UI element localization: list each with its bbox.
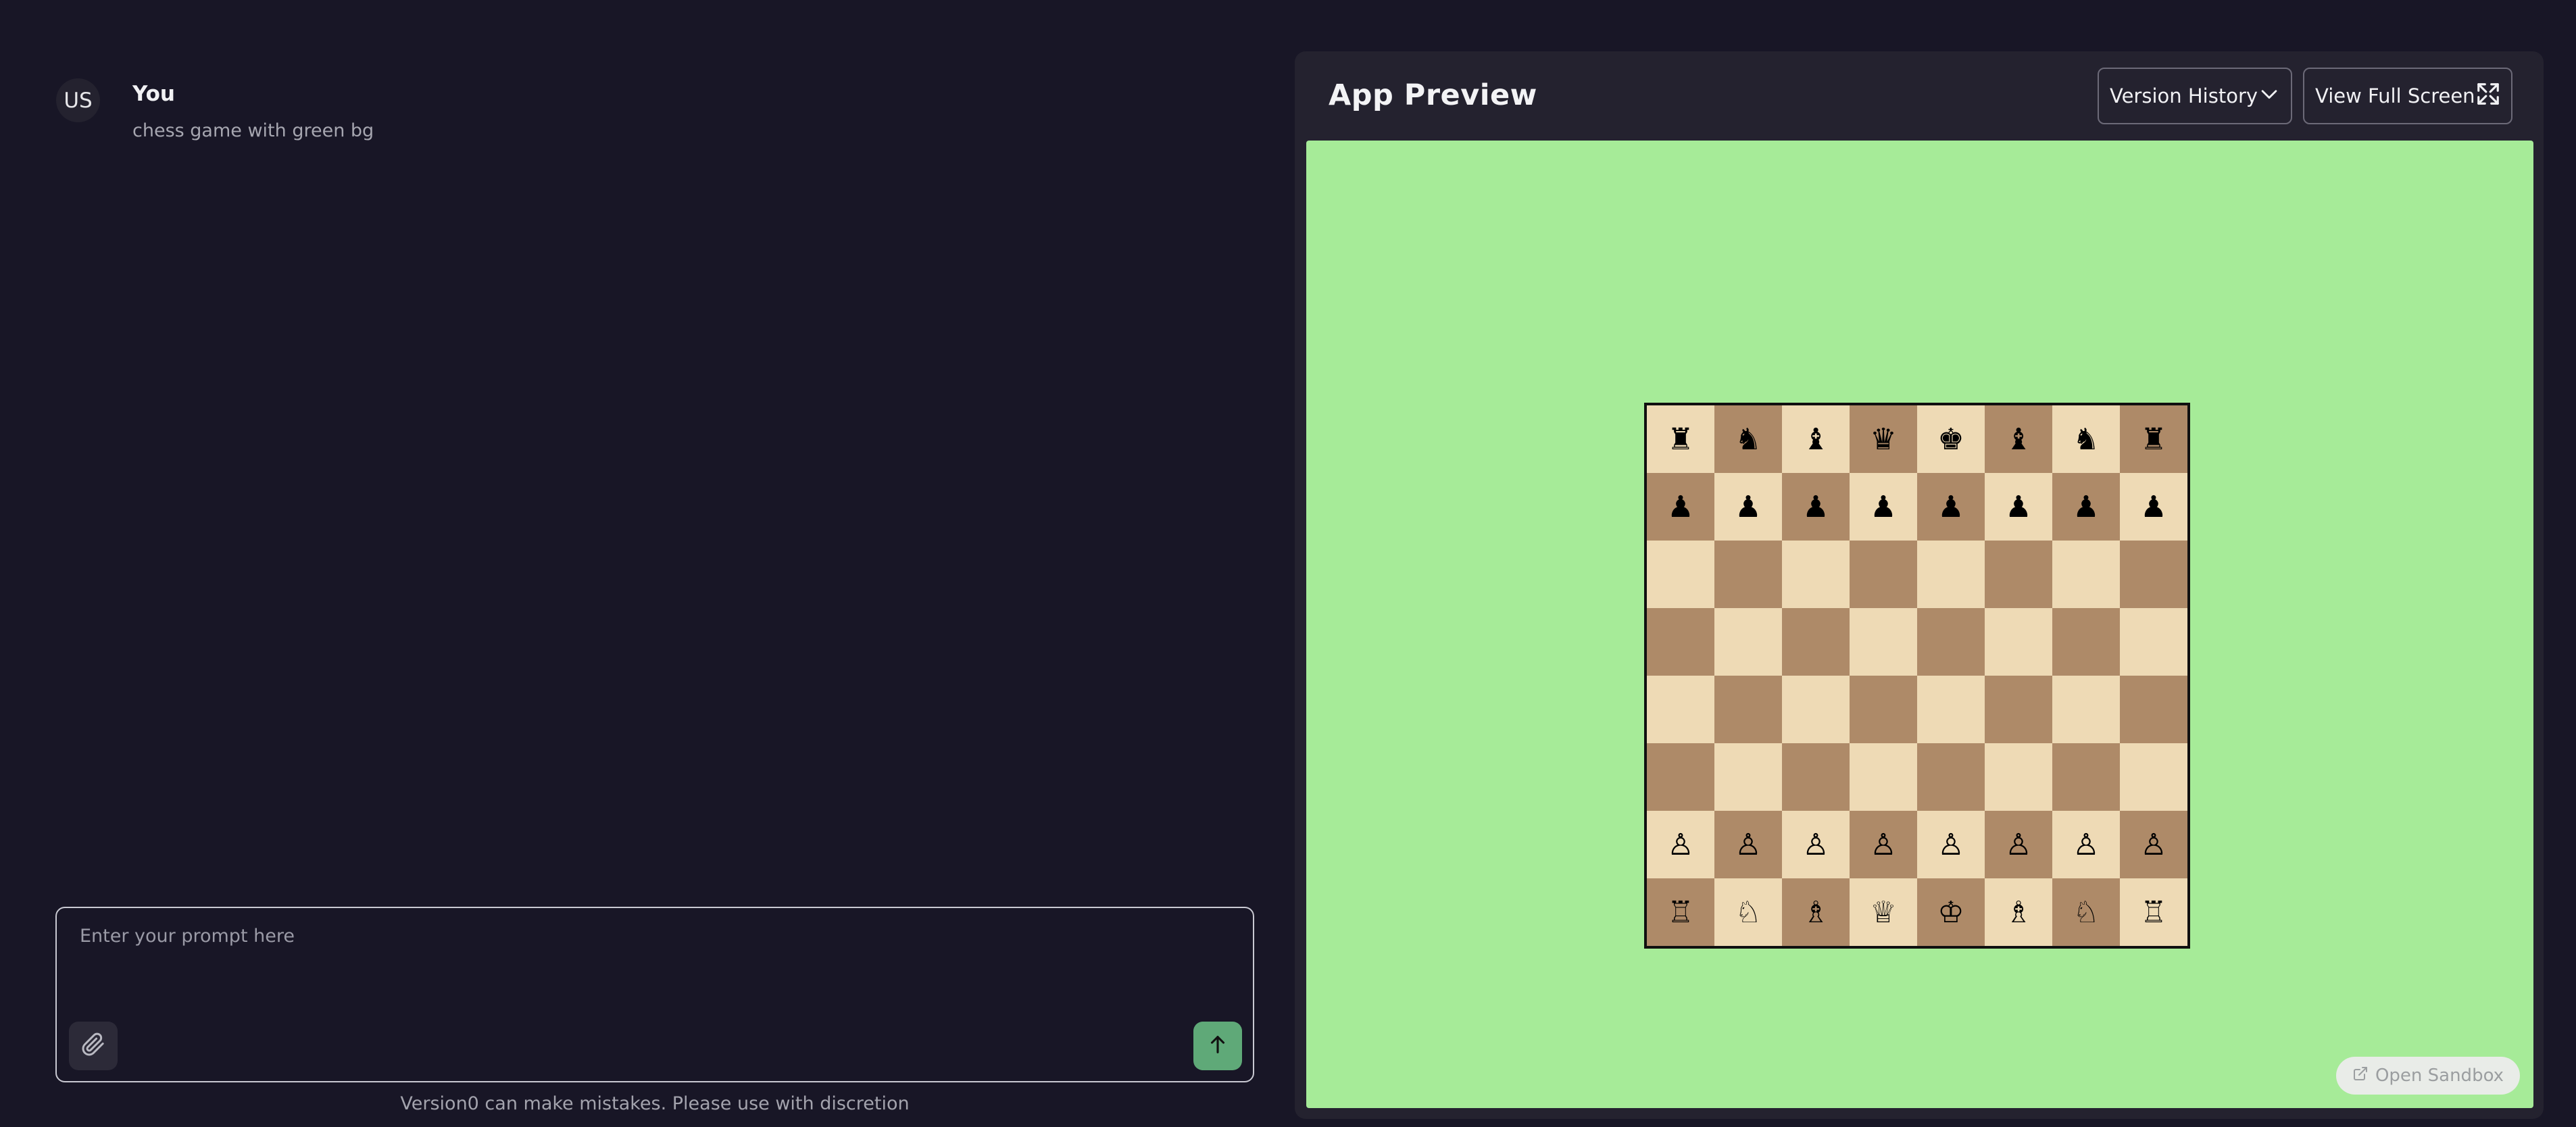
chess-square-a7[interactable]: ♟: [1647, 473, 1714, 541]
chess-square-d2[interactable]: ♙: [1850, 811, 1917, 878]
chevron-down-icon: [2258, 82, 2281, 110]
chess-square-b7[interactable]: ♟: [1714, 473, 1782, 541]
chess-square-h2[interactable]: ♙: [2120, 811, 2187, 878]
chess-square-g3[interactable]: [2052, 743, 2120, 811]
chess-square-h8[interactable]: ♜: [2120, 405, 2187, 473]
message-text: chess game with green bg: [132, 120, 374, 141]
chess-square-a1[interactable]: ♖: [1647, 878, 1714, 946]
chess-square-e1[interactable]: ♔: [1917, 878, 1985, 946]
chess-square-d7[interactable]: ♟: [1850, 473, 1917, 541]
app-preview-canvas: ♜ ♞ ♝ ♛ ♚ ♝ ♞ ♜ ♟ ♟ ♟ ♟ ♟ ♟ ♟ ♟ ♙ ♙ ♙ ♙ ♙ ♙ ♙ ♙ ♖ ♘ ♗ ♕ ♔ ♗ ♘ ♖ Open Sa…: [1306, 141, 2533, 1108]
chess-square-e3[interactable]: [1917, 743, 1985, 811]
chess-square-c7[interactable]: ♟: [1782, 473, 1850, 541]
chess-square-e6[interactable]: [1917, 541, 1985, 608]
chess-square-d1[interactable]: ♕: [1850, 878, 1917, 946]
chess-square-f5[interactable]: [1985, 608, 2052, 676]
chess-square-d3[interactable]: [1850, 743, 1917, 811]
chess-square-f4[interactable]: [1985, 676, 2052, 743]
chess-square-g8[interactable]: ♞: [2052, 405, 2120, 473]
chess-square-c8[interactable]: ♝: [1782, 405, 1850, 473]
chess-square-e5[interactable]: [1917, 608, 1985, 676]
preview-panel: App Preview Version History View Full Sc…: [1295, 51, 2544, 1119]
open-sandbox-label: Open Sandbox: [2375, 1066, 2504, 1086]
chess-square-f7[interactable]: ♟: [1985, 473, 2052, 541]
chess-square-e8[interactable]: ♚: [1917, 405, 1985, 473]
chess-square-a4[interactable]: [1647, 676, 1714, 743]
chess-square-a3[interactable]: [1647, 743, 1714, 811]
chess-square-b1[interactable]: ♘: [1714, 878, 1782, 946]
chess-square-b5[interactable]: [1714, 608, 1782, 676]
chess-square-e7[interactable]: ♟: [1917, 473, 1985, 541]
chess-square-f2[interactable]: ♙: [1985, 811, 2052, 878]
prompt-input[interactable]: [78, 924, 1227, 1019]
view-full-screen-label: View Full Screen: [2315, 84, 2475, 107]
chess-square-d8[interactable]: ♛: [1850, 405, 1917, 473]
version-history-label: Version History: [2110, 84, 2258, 107]
chess-square-b2[interactable]: ♙: [1714, 811, 1782, 878]
paperclip-icon: [81, 1032, 105, 1059]
chess-square-h5[interactable]: [2120, 608, 2187, 676]
chess-square-a5[interactable]: [1647, 608, 1714, 676]
chess-square-a2[interactable]: ♙: [1647, 811, 1714, 878]
chess-square-f3[interactable]: [1985, 743, 2052, 811]
chess-square-h6[interactable]: [2120, 541, 2187, 608]
chess-square-h4[interactable]: [2120, 676, 2187, 743]
chess-square-b6[interactable]: [1714, 541, 1782, 608]
chess-square-g7[interactable]: ♟: [2052, 473, 2120, 541]
chess-square-c3[interactable]: [1782, 743, 1850, 811]
chess-square-f6[interactable]: [1985, 541, 2052, 608]
chat-panel: US You chess game with green bg Version0…: [0, 0, 1284, 1127]
chess-square-c2[interactable]: ♙: [1782, 811, 1850, 878]
chess-square-h3[interactable]: [2120, 743, 2187, 811]
chess-square-h1[interactable]: ♖: [2120, 878, 2187, 946]
attach-button[interactable]: [69, 1022, 118, 1070]
chess-square-f1[interactable]: ♗: [1985, 878, 2052, 946]
message-sender: You: [132, 82, 175, 106]
chess-square-c5[interactable]: [1782, 608, 1850, 676]
chess-square-g5[interactable]: [2052, 608, 2120, 676]
chess-square-c1[interactable]: ♗: [1782, 878, 1850, 946]
prompt-box: [55, 907, 1254, 1082]
chess-square-g1[interactable]: ♘: [2052, 878, 2120, 946]
chess-square-a6[interactable]: [1647, 541, 1714, 608]
chess-square-c4[interactable]: [1782, 676, 1850, 743]
chess-square-e4[interactable]: [1917, 676, 1985, 743]
chess-square-h7[interactable]: ♟: [2120, 473, 2187, 541]
chess-square-b3[interactable]: [1714, 743, 1782, 811]
expand-icon: [2475, 81, 2501, 111]
external-link-icon: [2352, 1066, 2375, 1086]
preview-title: App Preview: [1329, 78, 1537, 112]
chess-square-a8[interactable]: ♜: [1647, 405, 1714, 473]
chess-square-d4[interactable]: [1850, 676, 1917, 743]
view-full-screen-button[interactable]: View Full Screen: [2303, 68, 2512, 124]
chess-board: ♜ ♞ ♝ ♛ ♚ ♝ ♞ ♜ ♟ ♟ ♟ ♟ ♟ ♟ ♟ ♟ ♙ ♙ ♙ ♙ ♙ ♙ ♙ ♙ ♖ ♘ ♗ ♕ ♔ ♗ ♘ ♖: [1644, 403, 2190, 949]
disclaimer-text: Version0 can make mistakes. Please use w…: [400, 1093, 910, 1114]
chess-square-b8[interactable]: ♞: [1714, 405, 1782, 473]
version-history-button[interactable]: Version History: [2098, 68, 2292, 124]
open-sandbox-button[interactable]: Open Sandbox: [2336, 1057, 2520, 1095]
chess-square-d5[interactable]: [1850, 608, 1917, 676]
chess-square-f8[interactable]: ♝: [1985, 405, 2052, 473]
message-body: You chess game with green bg: [132, 78, 374, 143]
arrow-up-icon: [1206, 1033, 1229, 1059]
chess-square-b4[interactable]: [1714, 676, 1782, 743]
chess-square-g4[interactable]: [2052, 676, 2120, 743]
chess-square-g6[interactable]: [2052, 541, 2120, 608]
chess-square-e2[interactable]: ♙: [1917, 811, 1985, 878]
chess-square-d6[interactable]: [1850, 541, 1917, 608]
chess-square-c6[interactable]: [1782, 541, 1850, 608]
send-button[interactable]: [1193, 1022, 1242, 1070]
avatar: US: [56, 78, 100, 122]
chat-message: US You chess game with green bg: [56, 78, 374, 143]
chess-square-g2[interactable]: ♙: [2052, 811, 2120, 878]
